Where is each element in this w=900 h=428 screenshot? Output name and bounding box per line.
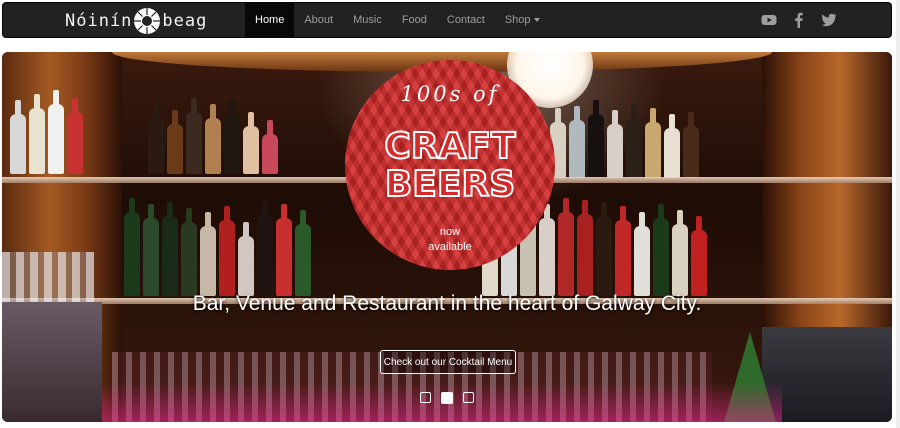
hero-carousel: 100s of CRAFT BEERS now available Bar, V… — [2, 52, 892, 422]
hero-caption: Bar, Venue and Restaurant in the heart o… — [192, 292, 702, 315]
badge-sub-1: now — [439, 226, 461, 238]
daisy-icon — [134, 8, 161, 34]
bottle-row — [550, 100, 699, 178]
youtube-icon[interactable] — [761, 12, 777, 28]
cocktail-menu-button[interactable]: Check out our Cocktail Menu — [380, 350, 516, 374]
nav-label: Shop — [504, 14, 531, 26]
nav-item-music[interactable]: Music — [343, 3, 392, 37]
brand-name-right: beag — [162, 11, 208, 31]
carousel-indicator[interactable] — [441, 392, 453, 404]
glassware-left — [2, 252, 94, 302]
nav-item-food[interactable]: Food — [392, 3, 437, 37]
page-scrollbar[interactable] — [896, 0, 900, 428]
social-links — [761, 3, 837, 37]
badge-top-text: 100s of — [400, 82, 500, 106]
brand-name-left: Nóinín — [65, 11, 133, 31]
nav-item-contact[interactable]: Contact — [437, 3, 495, 37]
facebook-icon[interactable] — [791, 12, 807, 28]
nav-item-about[interactable]: About — [294, 3, 343, 37]
brand-logo[interactable]: Nóinín beag — [65, 7, 207, 35]
nav-label: Home — [255, 14, 285, 26]
craft-beers-badge: 100s of CRAFT BEERS now available — [345, 60, 555, 270]
carousel-indicator[interactable] — [420, 392, 431, 403]
carousel-indicator[interactable] — [463, 392, 474, 403]
nav-menu: Home About Music Food Contact Shop — [245, 3, 550, 37]
nav-label: Music — [353, 14, 382, 26]
caret-down-icon — [533, 18, 540, 22]
badge-line-1: CRAFT — [383, 126, 516, 167]
bottle-row — [148, 98, 278, 174]
nav-label: Food — [401, 14, 427, 26]
bottle-row — [10, 90, 83, 174]
nav-item-home[interactable]: Home — [245, 3, 295, 37]
twitter-icon[interactable] — [821, 12, 837, 28]
carousel-indicators — [420, 392, 474, 404]
bottle-row — [124, 198, 311, 296]
nav-item-shop[interactable]: Shop — [495, 3, 550, 37]
badge-line-2: BEERS — [384, 164, 516, 205]
top-navbar: Nóinín beag Home About Music Food Contac… — [2, 2, 892, 38]
nav-label: Contact — [446, 14, 485, 26]
bar-counter-left — [2, 302, 102, 422]
badge-sub-2: available — [428, 241, 472, 253]
nav-label: About — [304, 14, 334, 26]
